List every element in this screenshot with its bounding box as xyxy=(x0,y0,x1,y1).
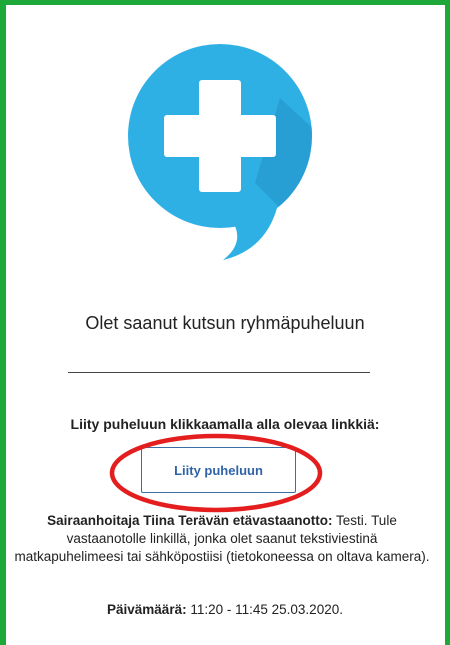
appointment-description: Sairaanhoitaja Tiina Terävän etävastaano… xyxy=(12,512,432,566)
join-call-button[interactable]: Liity puheluun xyxy=(141,447,296,493)
date-label: Päivämäärä: xyxy=(107,602,187,617)
join-instruction: Liity puheluun klikkaamalla alla olevaa … xyxy=(70,416,380,432)
appointment-heading: Sairaanhoitaja Tiina Terävän etävastaano… xyxy=(47,513,333,528)
invite-title: Olet saanut kutsun ryhmäpuheluun xyxy=(85,313,365,333)
divider xyxy=(68,372,370,373)
medical-cross-chat-bubble-icon xyxy=(128,44,312,260)
date-value: 11:20 - 11:45 25.03.2020. xyxy=(190,602,343,617)
appointment-date: Päivämäärä: 11:20 - 11:45 25.03.2020. xyxy=(0,602,450,617)
